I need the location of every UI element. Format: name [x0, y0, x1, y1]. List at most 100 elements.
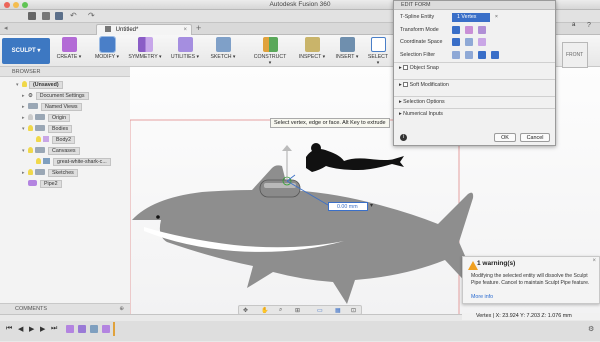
timeline-marker[interactable]	[113, 322, 115, 336]
timeline-play-icon[interactable]: ▶	[29, 325, 34, 333]
tree-item-label: Sketches	[48, 169, 78, 177]
workspace-switcher[interactable]: SCULPT ▾	[2, 38, 50, 64]
browser-header[interactable]: BROWSER	[0, 67, 130, 77]
edge-filter-icon[interactable]	[465, 51, 473, 59]
save-icon[interactable]	[55, 12, 63, 20]
tree-item-canvas-image[interactable]: great-white-shark-c...	[36, 158, 111, 167]
grid-icon[interactable]	[28, 12, 36, 20]
multi-transform-icon[interactable]	[452, 26, 460, 34]
tab-scroll-icon[interactable]: ◂	[4, 24, 8, 32]
translate-icon[interactable]	[465, 26, 473, 34]
object-snap-section[interactable]: ▸ Object Snap	[394, 62, 555, 73]
grid-settings-icon[interactable]: ▦	[335, 307, 341, 314]
vertex-filter-icon[interactable]	[452, 51, 460, 59]
value-dropdown-icon[interactable]: ▾	[370, 202, 373, 209]
visibility-bulb-icon[interactable]	[22, 81, 27, 87]
visibility-bulb-icon[interactable]	[28, 147, 33, 153]
cancel-button[interactable]: Cancel	[520, 133, 550, 142]
object-snap-checkbox[interactable]	[403, 65, 409, 70]
display-settings-icon[interactable]: ▭	[317, 307, 323, 314]
ok-button[interactable]: OK	[494, 133, 516, 142]
file-menu-icon[interactable]	[42, 12, 50, 20]
insert-menu[interactable]: INSERT ▾	[334, 37, 360, 60]
visibility-bulb-icon[interactable]	[28, 114, 33, 120]
timeline-last-icon[interactable]: ⏭	[51, 325, 57, 333]
zoom-icon[interactable]: ⌕	[279, 307, 282, 314]
tspline-entity-selector[interactable]: 1 Vertex ×	[452, 13, 498, 22]
timeline-feature-icon[interactable]	[66, 325, 74, 333]
pipe-body[interactable]	[259, 179, 301, 198]
help-icon[interactable]: ?	[587, 22, 591, 29]
edit-form-dialog: EDIT FORM T-Spline Entity 1 Vertex × Tra…	[393, 0, 556, 146]
utilities-icon	[177, 37, 193, 52]
tab-untitled[interactable]: Untitled* ×	[96, 24, 192, 35]
user-avatar[interactable]: a	[572, 22, 575, 28]
viewcube[interactable]: FRONT	[562, 42, 588, 68]
tree-item-pipe2[interactable]: Pipe2	[28, 180, 62, 189]
redo-icon[interactable]: ↷	[88, 11, 95, 20]
timeline-feature-icon[interactable]	[90, 325, 98, 333]
tree-item-origin[interactable]: ▸ Origin	[22, 114, 71, 123]
comments-panel[interactable]: COMMENTS ⊕	[0, 303, 130, 314]
modify-menu[interactable]: MODIFY ▾	[92, 36, 122, 60]
soft-modification-checkbox[interactable]	[403, 82, 409, 87]
orbit-icon[interactable]: ✥	[243, 307, 248, 314]
tree-item-body2[interactable]: Body2	[36, 136, 76, 145]
selection-options-section[interactable]: ▸ Selection Options	[394, 96, 555, 107]
diver-head	[311, 143, 321, 153]
select-arrow-icon	[370, 37, 386, 52]
world-space-icon[interactable]	[452, 38, 460, 46]
zoom-window-icon[interactable]: ⊞	[295, 307, 300, 314]
distance-value-input[interactable]: 0.00 mm	[328, 202, 368, 211]
face-filter-icon[interactable]	[478, 51, 486, 59]
insert-image-icon	[339, 37, 355, 52]
timeline-feature-icon[interactable]	[102, 325, 110, 333]
utilities-menu[interactable]: UTILITIES ▾	[170, 37, 200, 60]
clear-selection-icon[interactable]: ×	[495, 13, 498, 22]
pan-icon[interactable]: ✋	[261, 307, 268, 314]
timeline-settings-icon[interactable]: ⚙	[588, 325, 594, 333]
visibility-bulb-icon[interactable]	[28, 169, 33, 175]
tspline-entity-label: T-Spline Entity	[400, 14, 435, 20]
visibility-bulb-icon[interactable]	[36, 136, 41, 142]
view-space-icon[interactable]	[465, 38, 473, 46]
tree-item-named-views[interactable]: ▸ Named Views	[22, 103, 82, 112]
soft-modification-section[interactable]: ▸ Soft Modification	[394, 79, 555, 90]
tree-item-document-settings[interactable]: ▸ ⚙ Document Settings	[22, 92, 89, 101]
add-comment-icon[interactable]: ⊕	[119, 304, 124, 314]
more-info-link[interactable]: More info	[471, 294, 493, 300]
numerical-inputs-section[interactable]: ▸ Numerical Inputs	[394, 108, 555, 119]
construct-plane-icon	[262, 37, 278, 52]
visibility-bulb-icon[interactable]	[36, 158, 41, 164]
warning-close-icon[interactable]: ×	[592, 258, 596, 264]
viewcube-face-label: FRONT	[566, 52, 584, 58]
construct-menu[interactable]: CONSTRUCT ▾	[252, 37, 288, 66]
tree-item-canvases[interactable]: ▾ Canvases	[22, 147, 80, 156]
viewports-icon[interactable]: ⊡	[351, 307, 356, 314]
tree-root[interactable]: ▾ (Unsaved)	[16, 81, 63, 90]
rotate-icon[interactable]	[478, 26, 486, 34]
undo-icon[interactable]: ↶	[70, 11, 77, 20]
select-menu[interactable]: SELECT ▾	[366, 37, 390, 66]
symmetry-menu[interactable]: SYMMETRY ▾	[128, 37, 162, 60]
edit-form-header[interactable]: EDIT FORM	[394, 1, 555, 10]
timeline-next-icon[interactable]: ▶	[40, 325, 45, 333]
local-space-icon[interactable]	[478, 38, 486, 46]
sketch-menu[interactable]: SKETCH ▾	[208, 37, 238, 60]
gear-icon: ⚙	[28, 93, 33, 99]
timeline-first-icon[interactable]: ⏮	[6, 325, 12, 333]
create-menu[interactable]: CREATE ▾	[56, 37, 82, 60]
new-tab-icon[interactable]: +	[196, 23, 201, 33]
body-icon	[43, 136, 49, 142]
body-filter-icon[interactable]	[491, 51, 499, 59]
tab-label: Untitled*	[115, 27, 139, 33]
manipulator-arrow-y[interactable]	[282, 145, 292, 151]
tree-item-bodies[interactable]: ▾ Bodies	[22, 125, 73, 134]
inspect-menu[interactable]: INSPECT ▾	[298, 37, 326, 60]
document-icon	[105, 26, 111, 32]
timeline-prev-icon[interactable]: ◀	[18, 325, 23, 333]
visibility-bulb-icon[interactable]	[28, 125, 33, 131]
info-icon[interactable]: i	[400, 134, 407, 141]
tree-item-sketches[interactable]: ▸ Sketches	[22, 169, 78, 178]
timeline-feature-icon[interactable]	[78, 325, 86, 333]
